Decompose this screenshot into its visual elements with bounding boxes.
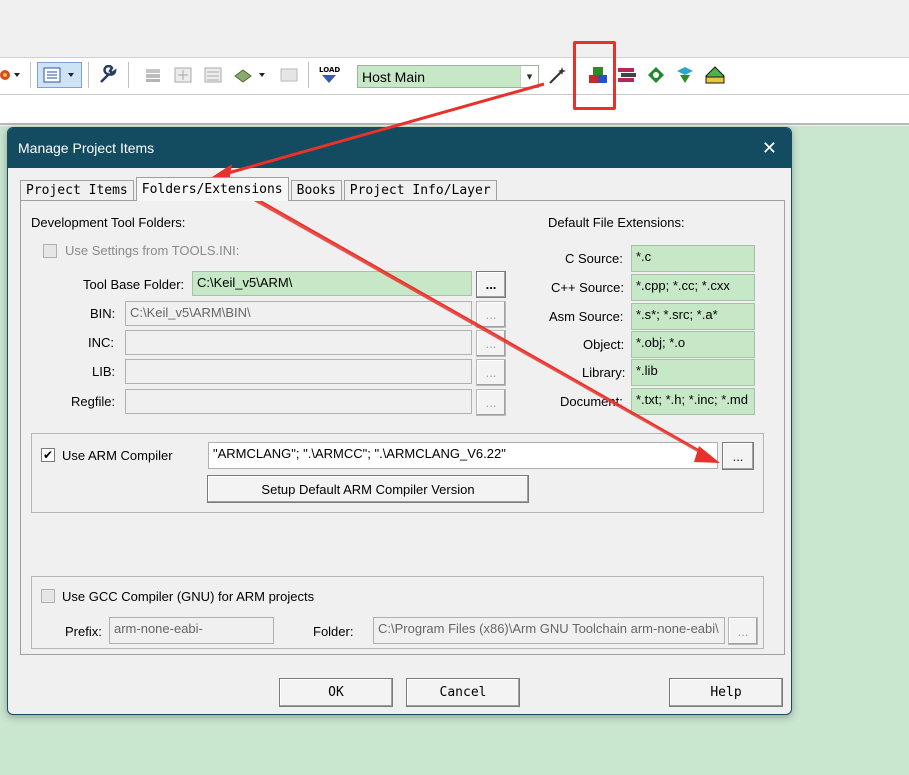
help-button[interactable]: Help <box>669 678 783 707</box>
use-arm-compiler-label: Use ARM Compiler <box>62 448 173 463</box>
document-label: Document: <box>560 394 623 409</box>
use-settings-label: Use Settings from TOOLS.INI: <box>65 243 240 258</box>
cpp-source-input[interactable]: *.cpp; *.cc; *.cxx <box>631 274 755 301</box>
pack-installer-icon[interactable] <box>671 62 699 88</box>
dialog-titlebar: Manage Project Items <box>8 128 791 168</box>
stop-build-icon[interactable] <box>276 62 302 88</box>
document-input[interactable]: *.txt; *.h; *.inc; *.md <box>631 388 755 415</box>
target-select[interactable]: Host Main ▾ <box>357 65 539 88</box>
use-arm-compiler-checkbox[interactable]: ✔ <box>41 448 55 462</box>
tab-project-info-layer[interactable]: Project Info/Layer <box>343 180 497 200</box>
regfile-browse-button[interactable]: ... <box>476 389 506 416</box>
batch-icon[interactable] <box>200 62 226 88</box>
sign-icon[interactable] <box>700 62 730 88</box>
use-gcc-checkbox[interactable] <box>41 589 55 603</box>
chevron-down-icon[interactable]: ▾ <box>520 66 538 87</box>
bin-browse-button[interactable]: ... <box>476 301 506 328</box>
select-packs-icon[interactable] <box>613 62 641 88</box>
lib-browse-button[interactable]: ... <box>476 359 506 386</box>
asm-source-label: Asm Source: <box>549 309 624 324</box>
annotation-highlight-box <box>573 41 616 110</box>
c-source-label: C Source: <box>565 251 623 266</box>
manage-project-items-dialog: Manage Project Items ✕ Project Items Fol… <box>7 127 792 715</box>
library-label: Library: <box>582 365 626 380</box>
use-gcc-label: Use GCC Compiler (GNU) for ARM projects <box>62 589 315 604</box>
rebuild-icon[interactable] <box>170 62 196 88</box>
load-icon[interactable]: LOAD <box>315 62 343 88</box>
folders-extensions-panel: Development Tool Folders: Use Settings f… <box>20 200 785 655</box>
tab-folders-extensions[interactable]: Folders/Extensions <box>135 177 289 201</box>
target-select-value: Host Main <box>362 68 426 85</box>
inc-label: INC: <box>88 335 114 350</box>
close-icon[interactable]: ✕ <box>762 138 777 159</box>
default-ext-heading: Default File Extensions: <box>548 215 685 230</box>
folder-label: Folder: <box>313 624 354 639</box>
tab-strip: Project Items Folders/Extensions Books P… <box>20 177 499 201</box>
arm-compiler-input[interactable]: "ARMCLANG"; ".\ARMCC"; ".\ARMCLANG_V6.22… <box>208 442 718 469</box>
tool-base-folder-label: Tool Base Folder: <box>83 277 185 292</box>
regfile-label: Regfile: <box>71 394 116 409</box>
gcc-folder-browse-button[interactable]: ... <box>728 617 758 645</box>
window-top-strip <box>0 0 909 30</box>
translate-icon[interactable] <box>230 62 270 88</box>
library-input[interactable]: *.lib <box>631 359 755 386</box>
dialog-title: Manage Project Items <box>18 140 155 156</box>
configure-icon[interactable] <box>0 62 22 88</box>
bin-input[interactable]: C:\Keil_v5\ARM\BIN\ <box>125 301 472 326</box>
setup-default-compiler-button[interactable]: Setup Default ARM Compiler Version <box>207 475 529 503</box>
regfile-input[interactable] <box>125 389 472 414</box>
manage-rte-icon[interactable] <box>642 62 670 88</box>
tool-base-folder-input[interactable]: C:\Keil_v5\ARM\ <box>192 271 472 296</box>
editor-tab-strip <box>0 95 909 125</box>
wrench-icon[interactable] <box>95 62 121 88</box>
prefix-input[interactable]: arm-none-eabi- <box>109 617 274 644</box>
inc-input[interactable] <box>125 330 472 355</box>
ok-button[interactable]: OK <box>279 678 393 707</box>
arm-compiler-browse-button[interactable]: ... <box>722 442 754 470</box>
options-icon[interactable] <box>37 62 82 88</box>
dev-tool-folders-heading: Development Tool Folders: <box>31 215 186 230</box>
c-source-input[interactable]: *.c <box>631 245 755 272</box>
object-label: Object: <box>583 337 625 352</box>
use-settings-checkbox[interactable] <box>43 244 57 258</box>
inc-browse-button[interactable]: ... <box>476 330 506 357</box>
wand-icon[interactable] <box>544 62 572 88</box>
lib-input[interactable] <box>125 359 472 384</box>
tab-books[interactable]: Books <box>290 180 342 200</box>
lib-label: LIB: <box>92 364 116 379</box>
tool-base-folder-browse-button[interactable]: ... <box>476 271 506 298</box>
cancel-button[interactable]: Cancel <box>406 678 520 707</box>
build-icon[interactable] <box>140 62 166 88</box>
gcc-folder-input[interactable]: C:\Program Files (x86)\Arm GNU Toolchain… <box>373 617 725 644</box>
object-input[interactable]: *.obj; *.o <box>631 331 755 358</box>
tab-project-items[interactable]: Project Items <box>20 180 134 200</box>
svg-text:LOAD: LOAD <box>319 66 340 74</box>
prefix-label: Prefix: <box>65 624 102 639</box>
bin-label: BIN: <box>90 306 116 321</box>
asm-source-input[interactable]: *.s*; *.src; *.a* <box>631 303 755 330</box>
cpp-source-label: C++ Source: <box>551 280 624 295</box>
